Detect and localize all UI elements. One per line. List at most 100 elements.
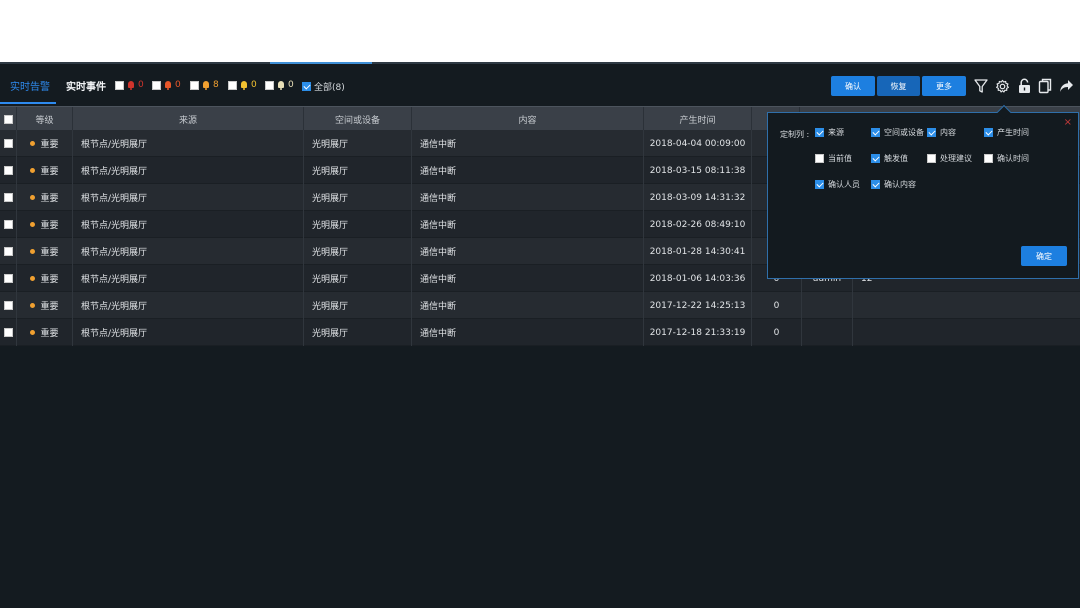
source-cell: 根节点/光明展厅 [73, 184, 304, 211]
header-space[interactable]: 空间或设备 [304, 107, 412, 131]
content-cell: 通信中断 [412, 157, 644, 184]
row-checkbox[interactable] [3, 139, 13, 148]
header-time[interactable]: 产生时间 [644, 107, 752, 131]
level-filter-critical[interactable]: 0 [115, 80, 144, 90]
filter-icon[interactable] [972, 76, 990, 96]
option-label: 处理建议 [940, 154, 972, 163]
level-text: 重要 [40, 221, 59, 231]
option-checkbox[interactable] [927, 154, 936, 163]
option-label: 空间或设备 [884, 128, 924, 137]
space-cell: 光明展厅 [304, 238, 412, 265]
close-icon[interactable]: × [1064, 117, 1072, 128]
level-text: 重要 [40, 275, 59, 285]
filter-all[interactable]: 全部(8) [302, 80, 345, 93]
row-checkbox[interactable] [3, 193, 13, 202]
more-button[interactable]: 更多 [922, 76, 966, 96]
source-cell: 根节点/光明展厅 [73, 265, 304, 292]
recover-button[interactable]: 恢复 [877, 76, 920, 96]
level-filter-major[interactable]: 0 [152, 80, 181, 90]
column-option-trigger-value[interactable]: 触发值 [871, 153, 908, 164]
level-filter-checkbox[interactable] [115, 80, 124, 90]
option-checkbox[interactable] [927, 128, 936, 137]
column-option-time[interactable]: 产生时间 [984, 127, 1029, 138]
column-option-confirm-content[interactable]: 确认内容 [871, 179, 916, 190]
source-cell: 根节点/光明展厅 [73, 238, 304, 265]
header-source[interactable]: 来源 [73, 107, 304, 131]
select-all-cell [0, 107, 17, 131]
select-all-checkbox[interactable] [3, 114, 13, 124]
row-checkbox-cell [0, 211, 17, 238]
row-checkbox-cell [0, 184, 17, 211]
row-checkbox[interactable] [3, 247, 13, 256]
unlock-icon[interactable] [1015, 76, 1033, 96]
column-option-content[interactable]: 内容 [927, 127, 956, 138]
row-checkbox[interactable] [3, 328, 13, 337]
option-checkbox[interactable] [871, 154, 880, 163]
header-content[interactable]: 内容 [412, 107, 644, 131]
gear-icon[interactable] [993, 76, 1011, 96]
option-checkbox[interactable] [871, 180, 880, 189]
level-filter-checkbox[interactable] [228, 80, 237, 90]
tab-realtime-alarm[interactable]: 实时告警 [10, 78, 50, 93]
row-checkbox[interactable] [3, 274, 13, 283]
row-checkbox-cell [0, 238, 17, 265]
filter-all-checkbox[interactable] [302, 82, 311, 91]
confirm-content-cell [853, 319, 1080, 346]
filter-all-label: 全部(8) [314, 83, 345, 93]
option-checkbox[interactable] [984, 154, 993, 163]
level-filter-checkbox[interactable] [190, 80, 199, 90]
option-checkbox[interactable] [815, 180, 824, 189]
level-cell: 重要 [17, 238, 73, 265]
content-cell: 通信中断 [412, 292, 644, 319]
option-checkbox[interactable] [871, 128, 880, 137]
level-filter-checkbox[interactable] [152, 80, 161, 90]
level-filter-count: 8 [213, 80, 219, 90]
level-filter-checkbox[interactable] [265, 80, 274, 90]
row-checkbox[interactable] [3, 166, 13, 175]
column-option-confirmer[interactable]: 确认人员 [815, 179, 860, 190]
level-filter-minor[interactable]: 0 [228, 80, 257, 90]
column-option-source[interactable]: 来源 [815, 127, 844, 138]
ok-button[interactable]: 确定 [1021, 246, 1067, 266]
option-checkbox[interactable] [815, 128, 824, 137]
column-option-suggestion[interactable]: 处理建议 [927, 153, 972, 164]
tab-realtime-event[interactable]: 实时事件 [66, 78, 106, 93]
copy-icon[interactable] [1036, 76, 1054, 96]
active-tab-underline [0, 102, 56, 104]
row-checkbox[interactable] [3, 301, 13, 310]
level-dot [30, 303, 36, 308]
bell-icon [164, 80, 172, 90]
option-checkbox[interactable] [984, 128, 993, 137]
level-cell: 重要 [17, 157, 73, 184]
option-label: 确认内容 [884, 180, 916, 189]
bell-icon [240, 80, 248, 90]
level-filter-count: 0 [175, 80, 181, 90]
content-cell: 通信中断 [412, 265, 644, 292]
space-cell: 光明展厅 [304, 184, 412, 211]
time-cell: 2018-03-09 14:31:32 [644, 184, 752, 211]
level-filter-important[interactable]: 8 [190, 80, 219, 90]
confirm-button[interactable]: 确认 [831, 76, 875, 96]
level-text: 重要 [40, 302, 59, 312]
option-label: 产生时间 [997, 128, 1029, 137]
column-option-confirm-time[interactable]: 确认时间 [984, 153, 1029, 164]
row-checkbox[interactable] [3, 220, 13, 229]
option-label: 确认人员 [828, 180, 860, 189]
table-row[interactable]: 重要 根节点/光明展厅 光明展厅 通信中断 2017-12-18 21:33:1… [0, 319, 1080, 346]
space-cell: 光明展厅 [304, 157, 412, 184]
time-cell: 2017-12-22 14:25:13 [644, 292, 752, 319]
option-label: 内容 [940, 128, 956, 137]
content-cell: 通信中断 [412, 211, 644, 238]
option-label: 触发值 [884, 154, 908, 163]
table-row[interactable]: 重要 根节点/光明展厅 光明展厅 通信中断 2017-12-22 14:25:1… [0, 292, 1080, 319]
level-filter-info[interactable]: 0 [265, 80, 294, 90]
space-cell: 光明展厅 [304, 292, 412, 319]
share-icon[interactable] [1057, 76, 1075, 96]
level-text: 重要 [40, 167, 59, 177]
level-text: 重要 [40, 329, 59, 339]
column-customize-popup: × 定制列 : 来源 空间或设备 内容 产生时间 当前值 触发值 处理建议 确认… [767, 104, 1079, 279]
column-option-space[interactable]: 空间或设备 [871, 127, 924, 138]
header-level[interactable]: 等级 [17, 107, 73, 131]
column-option-current-value[interactable]: 当前值 [815, 153, 852, 164]
option-checkbox[interactable] [815, 154, 824, 163]
